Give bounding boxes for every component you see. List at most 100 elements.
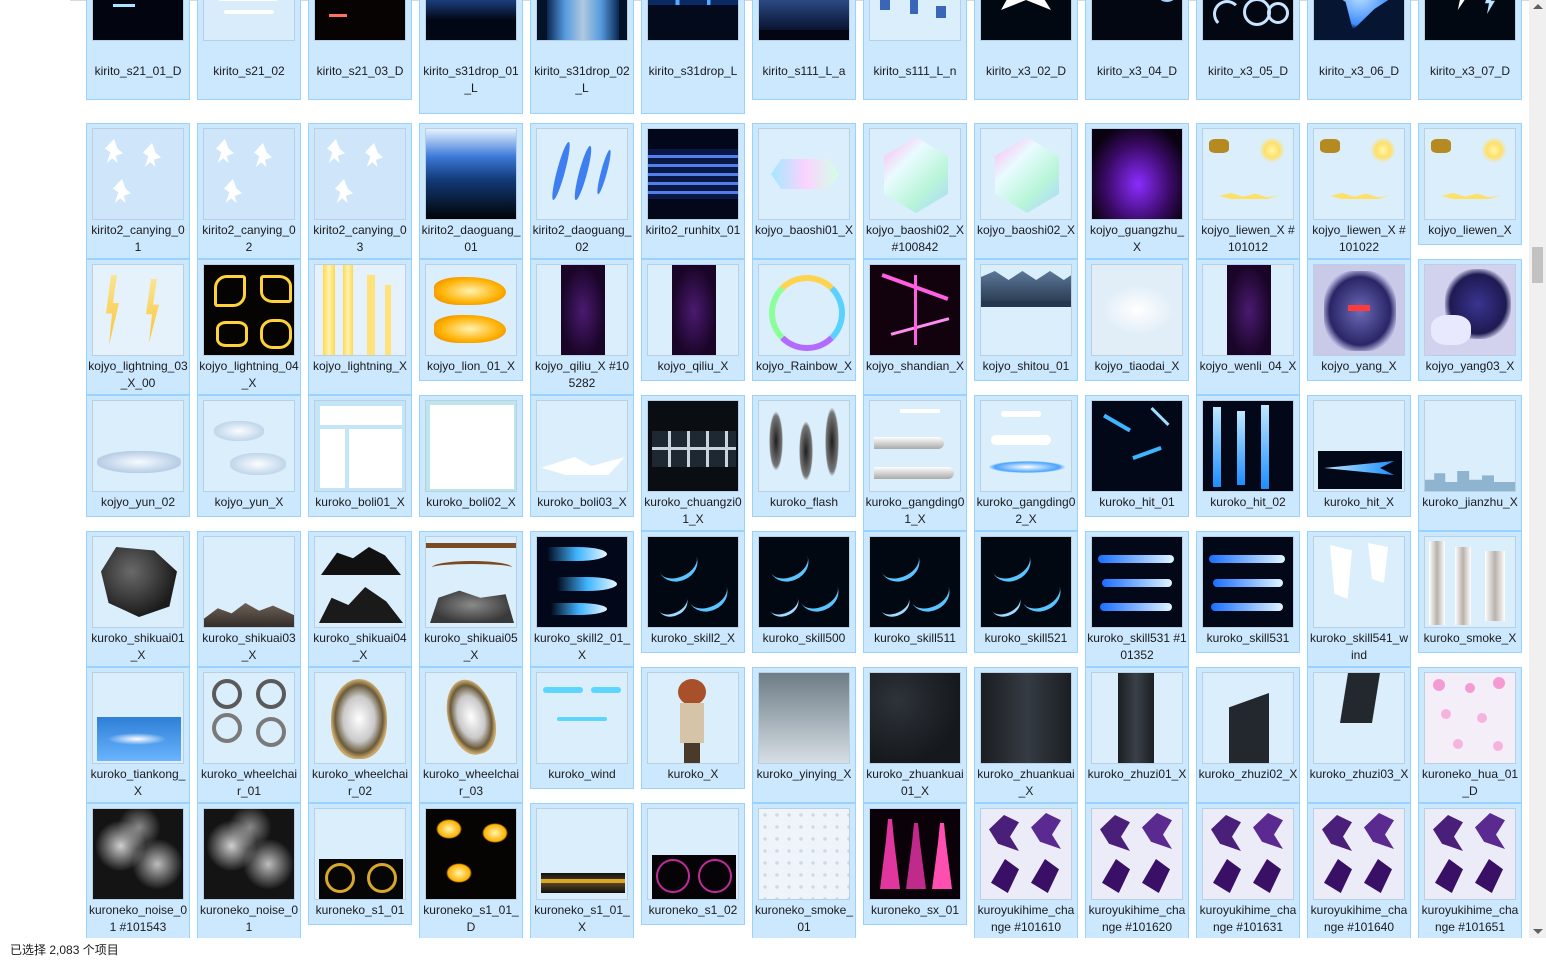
file-item[interactable]: kojyo_qiliu_X [641,259,745,381]
file-item[interactable]: kojyo_shandian_X [863,259,967,395]
file-item[interactable]: kuroko_jianzhu_X [1418,395,1522,531]
file-item[interactable]: kuroko_zhuankuai01_X [863,667,967,803]
file-item[interactable]: kuroko_flash [752,395,856,517]
file-item[interactable]: kirito_s21_03_D [308,0,412,100]
file-item[interactable]: kirito2_daoguang_02 [530,123,634,259]
file-item[interactable]: kuroko_boli01_X [308,395,412,517]
file-item[interactable]: kuroko_boli02_X [419,395,523,517]
file-item[interactable]: kojyo_yang_X [1307,259,1411,381]
file-item[interactable]: kirito_s31drop_02_L [530,0,634,114]
file-item[interactable]: kirito_x3_04_D [1085,0,1189,100]
file-item[interactable]: kojyo_lion_01_X [419,259,523,381]
file-item[interactable]: kojyo_yang03_X [1418,259,1522,381]
file-item[interactable]: kuroko_shikuai04_X [308,531,412,667]
file-item[interactable]: kirito_x3_07_D [1418,0,1522,100]
file-item[interactable]: kuroko_skill2_01_X [530,531,634,667]
file-item[interactable]: kojyo_qiliu_X #105282 [530,259,634,395]
file-item[interactable]: kirito_s21_02 [197,0,301,100]
file-item[interactable]: kojyo_wenli_04_X [1196,259,1300,395]
file-item[interactable]: kuroko_skill511 [863,531,967,653]
file-item[interactable]: kuroneko_sx_01 [863,803,967,925]
file-item[interactable]: kirito_x3_06_D [1307,0,1411,100]
file-item[interactable]: kuroko_shikuai01_X [86,531,190,667]
file-item[interactable]: kuroko_zhuzi01_X [1085,667,1189,803]
file-item[interactable]: kuroko_skill521 [974,531,1078,653]
vertical-scrollbar[interactable] [1529,0,1546,938]
file-item[interactable]: kuroyukihime_change #101620 [1085,803,1189,938]
file-item[interactable]: kojyo_liewen_X #101022 [1307,123,1411,259]
file-item[interactable]: kuroko_wheelchair_03 [419,667,523,803]
file-item[interactable]: kuroko_yinying_X [752,667,856,803]
file-item[interactable]: kojyo_yun_X [197,395,301,517]
file-item[interactable]: kojyo_lightning_03_X_00 [86,259,190,395]
file-item[interactable]: kuroyukihime_change #101640 [1307,803,1411,938]
file-item[interactable]: kirito2_canying_02 [197,123,301,259]
file-item[interactable]: kuroko_chuangzi01_X [641,395,745,531]
file-grid[interactable]: kirito_s21_01_D kirito_s21_02 kirito_s21_0… [86,0,1526,938]
file-item[interactable]: kirito_s111_L_a [752,0,856,100]
file-item[interactable]: kirito2_runhitx_01 [641,123,745,259]
file-item[interactable]: kuroneko_hua_01_D [1418,667,1522,803]
file-item[interactable]: kirito_s31drop_01_L [419,0,523,114]
scrollbar-thumb[interactable] [1532,247,1543,283]
file-item[interactable]: kuroko_zhuzi03_X [1307,667,1411,803]
file-item[interactable]: kuroneko_noise_01 [197,803,301,938]
file-item[interactable]: kojyo_lightning_X [308,259,412,395]
file-item[interactable]: kuroko_X [641,667,745,789]
file-item[interactable]: kuroko_zhuzi02_X [1196,667,1300,803]
file-item[interactable]: kuroko_wheelchair_01 [197,667,301,803]
file-name-label: kuroko_gangding01_X [865,495,965,526]
file-item[interactable]: kuroko_skill541_wind [1307,531,1411,667]
file-item[interactable]: kuroko_smoke_X [1418,531,1522,653]
file-item[interactable]: kojyo_baoshi01_X [752,123,856,259]
file-item[interactable]: kuroneko_s1_01_D [419,803,523,938]
file-item[interactable]: kuroko_gangding01_X [863,395,967,531]
file-item[interactable]: kuroneko_s1_01_X [530,803,634,938]
file-item[interactable]: kojyo_baoshi02_X #100842 [863,123,967,259]
file-item[interactable]: kuroneko_smoke_01 [752,803,856,938]
file-item[interactable]: kojyo_liewen_X [1418,123,1522,245]
file-item[interactable]: kuroneko_noise_01 #101543 [86,803,190,938]
file-thumbnail [758,808,850,900]
file-item[interactable]: kuroko_shikuai05_X [419,531,523,667]
file-item[interactable]: kuroko_skill531 #101352 [1085,531,1189,667]
file-item[interactable]: kirito_s31drop_L [641,0,745,114]
file-item[interactable]: kuroko_tiankong_X [86,667,190,803]
file-item[interactable]: kojyo_baoshi02_X [974,123,1078,259]
file-item[interactable]: kuroneko_s1_02 [641,803,745,925]
file-item[interactable]: kuroko_skill531 [1196,531,1300,653]
file-item[interactable]: kuroko_skill2_X [641,531,745,653]
file-item[interactable]: kirito_s111_L_n [863,0,967,100]
file-item[interactable]: kuroyukihime_change #101651 [1418,803,1522,938]
file-item[interactable]: kirito2_canying_03 [308,123,412,259]
file-item[interactable]: kuroko_shikuai03_X [197,531,301,667]
file-item[interactable]: kojyo_lightning_04_X [197,259,301,395]
file-item[interactable]: kojyo_yun_02 [86,395,190,517]
file-item[interactable]: kuroko_hit_X [1307,395,1411,517]
file-item[interactable]: kuroko_hit_02 [1196,395,1300,517]
scroll-up-arrow-icon[interactable] [1533,4,1543,9]
file-item[interactable]: kojyo_guangzhu_X [1085,123,1189,259]
file-thumbnail [1313,536,1405,628]
file-item[interactable]: kuroko_gangding02_X [974,395,1078,531]
file-item[interactable]: kirito2_daoguang_01 [419,123,523,259]
file-thumbnail [92,0,184,41]
file-item[interactable]: kirito2_canying_01 [86,123,190,259]
file-item[interactable]: kirito_x3_05_D [1196,0,1300,100]
file-item[interactable]: kuroko_skill500 [752,531,856,653]
file-item[interactable]: kojyo_tiaodai_X [1085,259,1189,381]
file-item[interactable]: kuroko_wheelchair_02 [308,667,412,803]
file-item[interactable]: kuroko_hit_01 [1085,395,1189,517]
file-item[interactable]: kirito_s21_01_D [86,0,190,100]
file-item[interactable]: kojyo_shitou_01 [974,259,1078,381]
file-item[interactable]: kuroyukihime_change #101610 [974,803,1078,938]
file-item[interactable]: kuroyukihime_change #101631 [1196,803,1300,938]
file-item[interactable]: kuroneko_s1_01 [308,803,412,925]
file-item[interactable]: kojyo_liewen_X #101012 [1196,123,1300,259]
file-item[interactable]: kuroko_wind [530,667,634,789]
file-item[interactable]: kojyo_Rainbow_X [752,259,856,381]
file-item[interactable]: kirito_x3_02_D [974,0,1078,100]
file-item[interactable]: kuroko_boli03_X [530,395,634,517]
file-item[interactable]: kuroko_zhuankuai_X [974,667,1078,803]
scroll-down-arrow-icon[interactable] [1533,929,1543,934]
